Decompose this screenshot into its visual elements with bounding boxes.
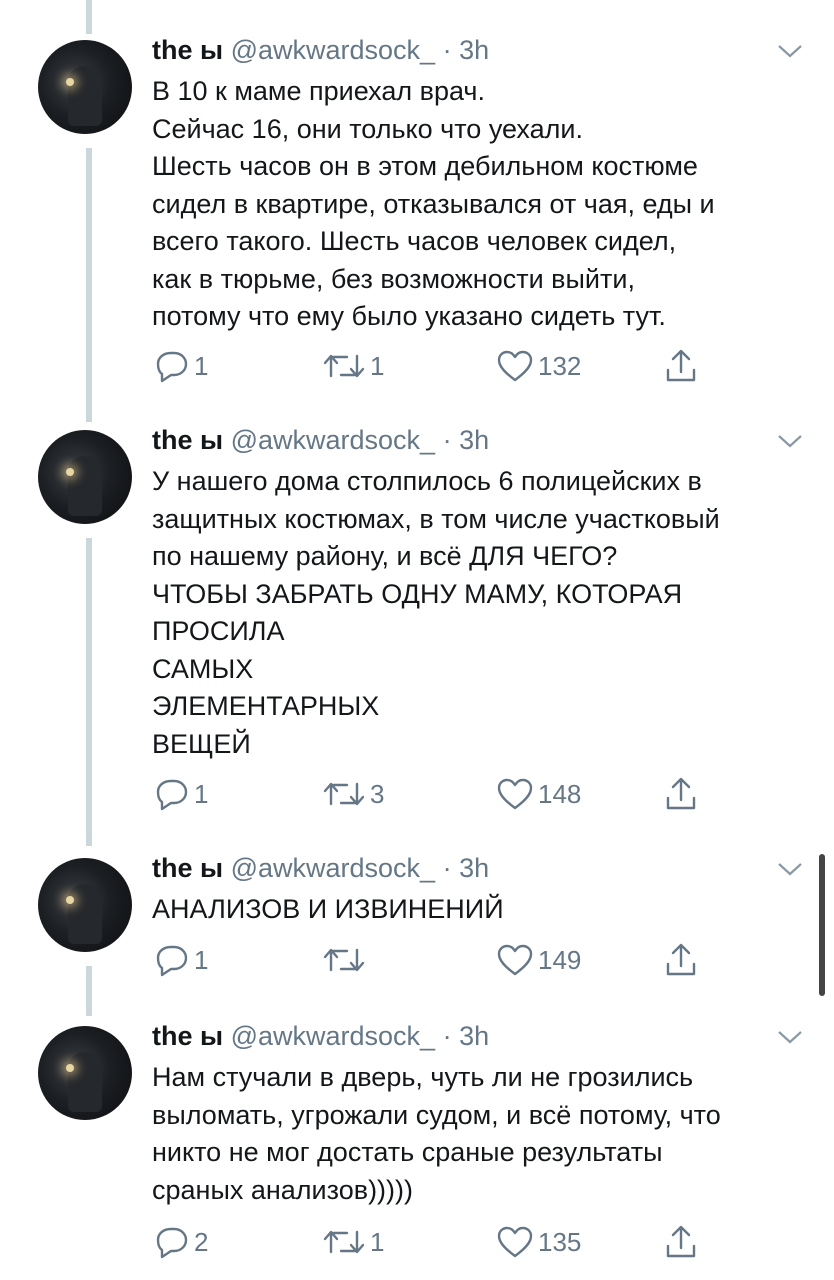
reply-icon: [156, 1227, 188, 1259]
avatar[interactable]: [38, 430, 132, 524]
retweet-icon: [323, 1230, 365, 1254]
share-icon: [666, 349, 696, 382]
reply-button[interactable]: 1: [154, 774, 208, 814]
tweet-text: Нам стучали в дверь, чуть ли не грозилис…: [152, 1062, 721, 1205]
user-handle[interactable]: @awkwardsock_: [231, 1021, 435, 1051]
user-handle[interactable]: @awkwardsock_: [231, 853, 435, 883]
retweet-button[interactable]: 1: [322, 1222, 384, 1262]
retweet-count: 1: [370, 351, 385, 381]
like-button[interactable]: 149: [496, 940, 581, 980]
timestamp[interactable]: 3h: [459, 853, 489, 883]
reply-icon: [156, 945, 188, 977]
reply-button[interactable]: 1: [154, 940, 208, 980]
separator: ·: [442, 425, 452, 455]
retweet-icon: [323, 782, 365, 806]
tweet-header: the ы @awkwardsock_ · 3h: [152, 34, 489, 66]
tweet-header: the ы @awkwardsock_ · 3h: [152, 1020, 489, 1052]
share-button[interactable]: [664, 346, 698, 386]
reply-count: 1: [194, 945, 209, 975]
tweet-header: the ы @awkwardsock_ · 3h: [152, 424, 489, 456]
reply-icon: [156, 779, 188, 811]
reply-button[interactable]: 1: [154, 346, 208, 386]
chevron-down-icon[interactable]: [776, 860, 804, 878]
timestamp[interactable]: 3h: [459, 1021, 489, 1051]
reply-count: 1: [194, 351, 209, 381]
reply-button[interactable]: 2: [154, 1222, 208, 1262]
like-button[interactable]: 132: [496, 346, 581, 386]
like-count: 149: [538, 945, 582, 975]
share-button[interactable]: [664, 774, 698, 814]
avatar[interactable]: [38, 858, 132, 952]
heart-icon: [497, 778, 533, 810]
heart-icon: [497, 1226, 533, 1258]
like-button[interactable]: 135: [496, 1222, 581, 1262]
scrollbar[interactable]: [819, 854, 825, 996]
share-icon: [666, 943, 696, 976]
reply-count: 2: [194, 1227, 209, 1257]
reply-icon: [156, 351, 188, 383]
retweet-count: 3: [370, 779, 385, 809]
display-name[interactable]: the ы: [152, 1021, 223, 1051]
chevron-down-icon[interactable]: [776, 432, 804, 450]
separator: ·: [442, 853, 452, 883]
separator: ·: [442, 35, 452, 65]
share-icon: [666, 1225, 696, 1258]
reply-count: 1: [194, 779, 209, 809]
tweet-actions: 1 3 148: [0, 774, 834, 814]
timestamp[interactable]: 3h: [459, 35, 489, 65]
retweet-icon: [323, 354, 365, 378]
chevron-down-icon[interactable]: [776, 1028, 804, 1046]
share-button[interactable]: [664, 1222, 698, 1262]
avatar[interactable]: [38, 40, 132, 134]
display-name[interactable]: the ы: [152, 425, 223, 455]
retweet-button[interactable]: 1: [322, 346, 384, 386]
retweet-count: 1: [370, 1227, 385, 1257]
user-handle[interactable]: @awkwardsock_: [231, 425, 435, 455]
tweet-header: the ы @awkwardsock_ · 3h: [152, 852, 489, 884]
like-count: 148: [538, 779, 582, 809]
thread-line-top: [86, 0, 92, 34]
like-button[interactable]: 148: [496, 774, 581, 814]
like-count: 132: [538, 351, 582, 381]
retweet-button[interactable]: [322, 940, 370, 980]
tweet-actions: 2 1 135: [0, 1222, 834, 1262]
separator: ·: [442, 1021, 452, 1051]
share-icon: [666, 777, 696, 810]
tweet-actions: 1 149: [0, 940, 834, 980]
heart-icon: [497, 350, 533, 382]
display-name[interactable]: the ы: [152, 853, 223, 883]
tweet-actions: 1 1 132: [0, 346, 834, 386]
timestamp[interactable]: 3h: [459, 425, 489, 455]
chevron-down-icon[interactable]: [776, 42, 804, 60]
display-name[interactable]: the ы: [152, 35, 223, 65]
retweet-icon: [323, 948, 365, 972]
heart-icon: [497, 944, 533, 976]
tweet-text: У нашего дома столпилось 6 полицейских в…: [152, 466, 720, 759]
like-count: 135: [538, 1227, 582, 1257]
tweet-text: В 10 к маме приехал врач. Сейчас 16, они…: [152, 76, 715, 331]
user-handle[interactable]: @awkwardsock_: [231, 35, 435, 65]
tweet-text: АНАЛИЗОВ И ИЗВИНЕНИЙ: [152, 894, 504, 924]
retweet-button[interactable]: 3: [322, 774, 384, 814]
share-button[interactable]: [664, 940, 698, 980]
avatar[interactable]: [38, 1026, 132, 1120]
